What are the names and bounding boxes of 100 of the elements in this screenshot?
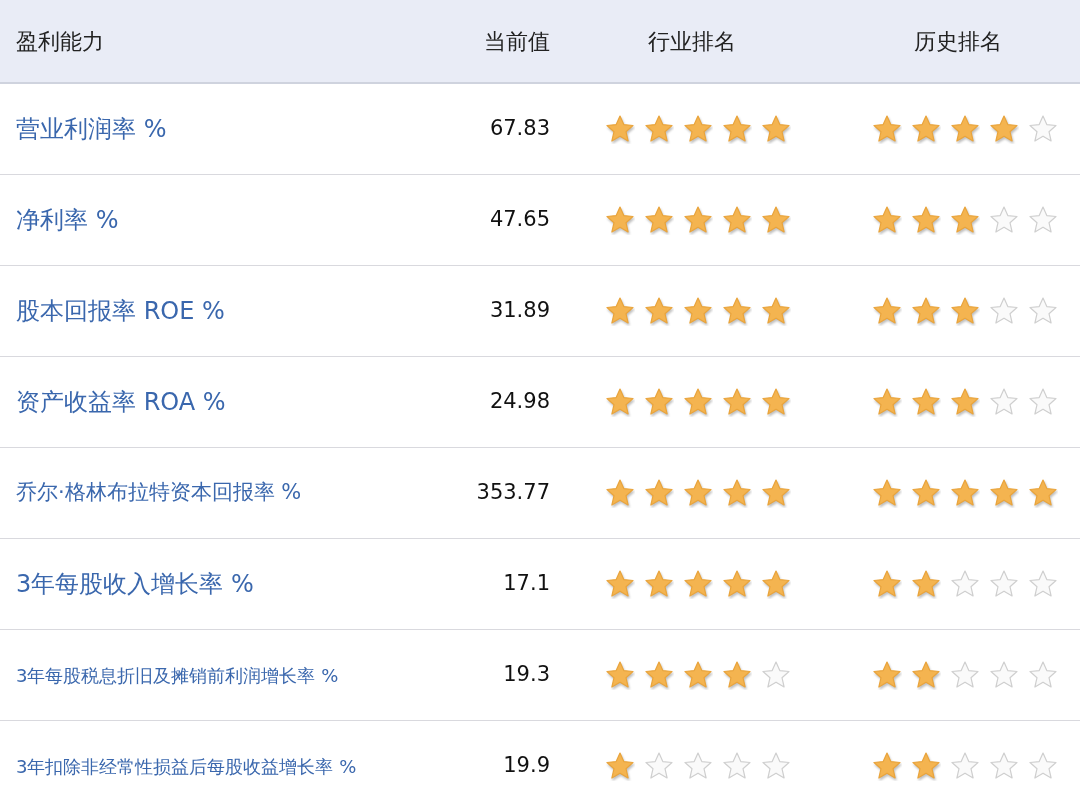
star-icon: [911, 660, 941, 690]
star-icon: [911, 751, 941, 781]
star-icon: [605, 660, 635, 690]
star-icon: [761, 751, 791, 781]
star-icon: [911, 478, 941, 508]
star-icon: [644, 751, 674, 781]
star-icon: [722, 751, 752, 781]
metric-value: 31.89: [489, 297, 550, 325]
star-icon: [644, 660, 674, 690]
star-icon: [605, 205, 635, 235]
column-header: 行业排名: [647, 27, 736, 56]
metric-label[interactable]: 乔尔·格林布拉特资本回报率 %: [0, 477, 430, 509]
star-icon: [950, 114, 980, 144]
star-icon: [872, 478, 902, 508]
metric-label[interactable]: 3年每股税息折旧及摊销前利润增长率 %: [0, 661, 430, 689]
star-icon: [605, 751, 635, 781]
star-icon: [950, 751, 980, 781]
star-icon: [872, 387, 902, 417]
star-icon: [1028, 387, 1058, 417]
star-icon: [761, 296, 791, 326]
metric-value: 19.3: [503, 661, 550, 689]
star-icon: [1028, 114, 1058, 144]
star-icon: [911, 296, 941, 326]
star-icon: [644, 296, 674, 326]
star-icon: [761, 114, 791, 144]
star-icon: [872, 205, 902, 235]
star-icon: [605, 296, 635, 326]
star-icon: [761, 478, 791, 508]
star-icon: [989, 296, 1019, 326]
star-icon: [683, 569, 713, 599]
column-header: 盈利能力: [15, 27, 105, 56]
star-icon: [605, 569, 635, 599]
metric-value: 24.98: [489, 388, 550, 416]
star-icon: [950, 478, 980, 508]
star-icon: [872, 660, 902, 690]
star-icon: [989, 114, 1019, 144]
star-icon: [722, 114, 752, 144]
star-icon: [605, 387, 635, 417]
star-icon: [911, 114, 941, 144]
star-icon: [605, 114, 635, 144]
star-icon: [989, 387, 1019, 417]
star-icon: [989, 205, 1019, 235]
metric-label[interactable]: 资产收益率 ROA %: [0, 384, 430, 420]
star-icon: [911, 387, 941, 417]
metric-label[interactable]: 净利率 %: [0, 202, 430, 238]
star-icon: [683, 660, 713, 690]
star-icon: [1028, 478, 1058, 508]
star-icon: [989, 751, 1019, 781]
star-icon: [1028, 205, 1058, 235]
star-icon: [722, 569, 752, 599]
metric-value: 47.65: [489, 206, 550, 234]
metric-label[interactable]: 3年扣除非经常性损益后每股收益增长率 %: [0, 752, 430, 780]
metric-value: 17.1: [503, 570, 550, 598]
metric-value: 353.77: [476, 479, 550, 507]
column-header: 当前值: [484, 27, 550, 56]
star-icon: [761, 569, 791, 599]
metric-value: 19.9: [503, 752, 550, 780]
star-icon: [644, 387, 674, 417]
star-icon: [722, 387, 752, 417]
star-icon: [1028, 660, 1058, 690]
star-icon: [683, 751, 713, 781]
metric-label[interactable]: 营业利润率 %: [0, 111, 430, 147]
star-icon: [950, 569, 980, 599]
star-icon: [989, 660, 1019, 690]
column-header: 历史排名: [913, 27, 1002, 56]
star-icon: [722, 296, 752, 326]
star-icon: [950, 387, 980, 417]
star-icon: [950, 660, 980, 690]
star-icon: [1028, 296, 1058, 326]
star-icon: [872, 569, 902, 599]
star-icon: [1028, 569, 1058, 599]
star-icon: [989, 478, 1019, 508]
star-icon: [761, 387, 791, 417]
metric-label[interactable]: 3年每股收入增长率 %: [0, 566, 430, 602]
star-icon: [722, 478, 752, 508]
star-icon: [683, 387, 713, 417]
star-icon: [644, 569, 674, 599]
star-icon: [761, 660, 791, 690]
star-icon: [605, 478, 635, 508]
star-icon: [683, 296, 713, 326]
star-icon: [722, 205, 752, 235]
star-icon: [872, 114, 902, 144]
metric-label[interactable]: 股本回报率 ROE %: [0, 293, 430, 329]
star-icon: [911, 205, 941, 235]
star-icon: [683, 114, 713, 144]
star-icon: [950, 205, 980, 235]
star-icon: [761, 205, 791, 235]
star-icon: [872, 296, 902, 326]
star-icon: [872, 751, 902, 781]
star-icon: [1028, 751, 1058, 781]
star-icon: [989, 569, 1019, 599]
star-icon: [644, 478, 674, 508]
star-icon: [950, 296, 980, 326]
star-icon: [911, 569, 941, 599]
metric-value: 67.83: [489, 115, 550, 143]
star-icon: [644, 205, 674, 235]
star-icon: [683, 205, 713, 235]
star-icon: [644, 114, 674, 144]
star-icon: [683, 478, 713, 508]
star-icon: [722, 660, 752, 690]
